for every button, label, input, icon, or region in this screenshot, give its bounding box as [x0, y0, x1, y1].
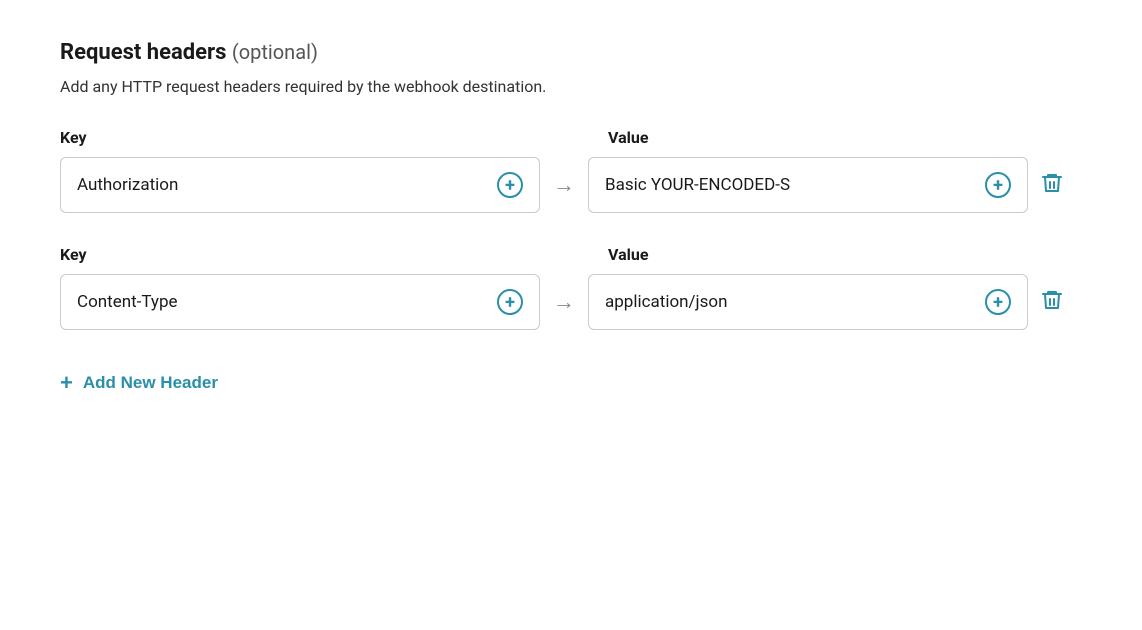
key-label-2: Key [60, 245, 540, 264]
title-text: Request headers [60, 40, 226, 65]
key-add-icon-2[interactable]: + [497, 289, 523, 315]
value-input-2[interactable]: application/json + [588, 274, 1028, 330]
trash-svg-1 [1040, 171, 1064, 195]
header-row-1: Authorization + → Basic YOUR-ENCODED-S + [60, 157, 1082, 213]
value-input-1[interactable]: Basic YOUR-ENCODED-S + [588, 157, 1028, 213]
trash-icon-1 [1040, 171, 1064, 199]
value-add-icon-2[interactable]: + [985, 289, 1011, 315]
key-input-2-text: Content-Type [77, 292, 178, 312]
trash-icon-2 [1040, 288, 1064, 316]
header-row-1-container: Key Value Authorization + → Basic YOUR-E… [60, 128, 1082, 213]
value-input-2-text: application/json [605, 292, 727, 312]
trash-svg-2 [1040, 288, 1064, 312]
section-description: Add any HTTP request headers required by… [60, 77, 1082, 96]
delete-button-1[interactable] [1028, 171, 1076, 199]
key-input-1[interactable]: Authorization + [60, 157, 540, 213]
section-title: Request headers (optional) [60, 40, 1082, 65]
value-label-1: Value [608, 128, 649, 147]
arrow-icon-2: → [553, 289, 575, 315]
header-row-2-container: Key Value Content-Type + → application/j… [60, 245, 1082, 330]
arrow-separator-1: → [540, 172, 588, 198]
value-label-2: Value [608, 245, 649, 264]
arrow-separator-2: → [540, 289, 588, 315]
header-row-2: Content-Type + → application/json + [60, 274, 1082, 330]
key-input-1-text: Authorization [77, 175, 178, 195]
value-add-icon-1[interactable]: + [985, 172, 1011, 198]
key-label-1: Key [60, 128, 540, 147]
add-new-header-plus-icon: + [60, 370, 73, 396]
title-optional: (optional) [232, 40, 318, 64]
field-labels-1: Key Value [60, 128, 1082, 147]
delete-button-2[interactable] [1028, 288, 1076, 316]
field-labels-2: Key Value [60, 245, 1082, 264]
add-new-header-button[interactable]: + Add New Header [60, 362, 218, 404]
key-input-2[interactable]: Content-Type + [60, 274, 540, 330]
value-input-1-text: Basic YOUR-ENCODED-S [605, 175, 790, 195]
key-add-icon-1[interactable]: + [497, 172, 523, 198]
arrow-icon-1: → [553, 172, 575, 198]
add-new-header-label: Add New Header [83, 373, 218, 393]
